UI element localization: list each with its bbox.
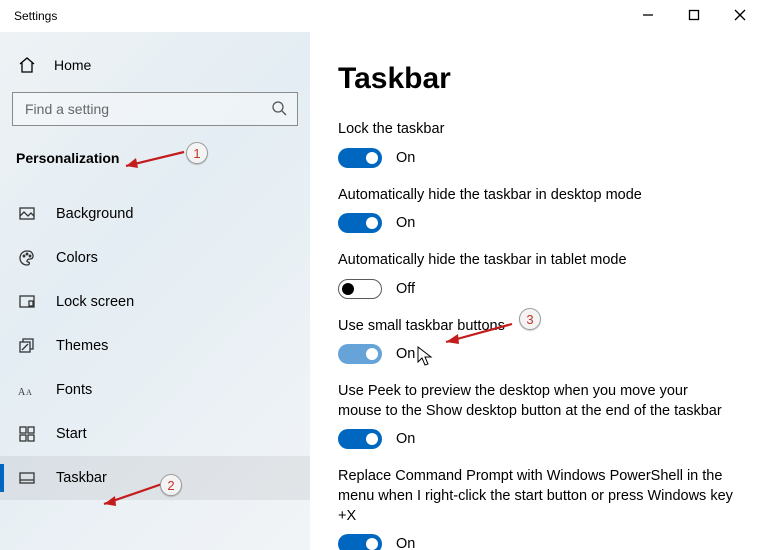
sidebar-item-themes[interactable]: Themes — [0, 324, 310, 368]
setting-caption: Lock the taskbar — [338, 120, 735, 140]
sidebar-item-label: Themes — [56, 338, 108, 354]
toggle-switch[interactable] — [338, 534, 382, 550]
sidebar-item-label: Colors — [56, 250, 98, 266]
toggle-state-label: On — [396, 431, 415, 447]
titlebar: Settings — [0, 0, 763, 32]
colors-icon — [16, 249, 38, 267]
setting-row: Replace Command Prompt with Windows Powe… — [338, 467, 735, 550]
lock-screen-icon — [16, 293, 38, 311]
toggle-switch[interactable] — [338, 279, 382, 299]
sidebar-category: Personalization — [0, 136, 310, 174]
toggle-switch[interactable] — [338, 213, 382, 233]
toggle-switch[interactable] — [338, 429, 382, 449]
window-controls — [625, 0, 763, 30]
window-title: Settings — [0, 9, 57, 23]
setting-caption: Use small taskbar buttons — [338, 317, 735, 337]
sidebar: Home Personalization Background — [0, 32, 310, 550]
setting-row: Automatically hide the taskbar in deskto… — [338, 186, 735, 234]
toggle-row: On — [338, 534, 735, 550]
setting-row: Automatically hide the taskbar in tablet… — [338, 251, 735, 299]
taskbar-icon — [16, 469, 38, 487]
search-field[interactable] — [23, 100, 271, 118]
home-icon — [16, 56, 38, 74]
sidebar-item-label: Start — [56, 426, 87, 442]
background-icon — [16, 205, 38, 223]
page-title: Taskbar — [338, 62, 735, 96]
setting-caption: Replace Command Prompt with Windows Powe… — [338, 467, 735, 526]
toggle-row: On — [338, 148, 735, 168]
sidebar-item-lock-screen[interactable]: Lock screen — [0, 280, 310, 324]
sidebar-item-background[interactable]: Background — [0, 192, 310, 236]
toggle-switch[interactable] — [338, 148, 382, 168]
toggle-state-label: Off — [396, 281, 415, 297]
nav-home-label: Home — [54, 57, 91, 73]
toggle-state-label: On — [396, 346, 415, 362]
toggle-switch[interactable] — [338, 344, 382, 364]
start-icon — [16, 425, 38, 443]
sidebar-item-label: Taskbar — [56, 470, 107, 486]
nav-list: Background Colors Lock screen Themes — [0, 192, 310, 500]
sidebar-item-label: Fonts — [56, 382, 92, 398]
main-content: Taskbar Lock the taskbar On Automatically … — [310, 32, 763, 550]
sidebar-item-label: Lock screen — [56, 294, 134, 310]
sidebar-item-colors[interactable]: Colors — [0, 236, 310, 280]
setting-row: Use small taskbar buttons On — [338, 317, 735, 365]
setting-row: Use Peek to preview the desktop when you… — [338, 382, 735, 449]
setting-caption: Automatically hide the taskbar in deskto… — [338, 186, 735, 206]
maximize-button[interactable] — [671, 0, 717, 30]
toggle-state-label: On — [396, 150, 415, 166]
toggle-row: On — [338, 344, 735, 364]
toggle-row: On — [338, 213, 735, 233]
sidebar-item-label: Background — [56, 206, 133, 222]
nav-home[interactable]: Home — [0, 44, 310, 86]
toggle-row: Off — [338, 279, 735, 299]
setting-caption: Use Peek to preview the desktop when you… — [338, 382, 735, 421]
svg-text:A: A — [26, 388, 32, 397]
minimize-button[interactable] — [625, 0, 671, 30]
themes-icon — [16, 337, 38, 355]
search-icon — [271, 100, 287, 119]
setting-row: Lock the taskbar On — [338, 120, 735, 168]
search-input[interactable] — [12, 92, 298, 126]
toggle-row: On — [338, 429, 735, 449]
sidebar-item-fonts[interactable]: AA Fonts — [0, 368, 310, 412]
sidebar-item-taskbar[interactable]: Taskbar — [0, 456, 310, 500]
svg-text:A: A — [18, 387, 26, 397]
toggle-state-label: On — [396, 215, 415, 231]
close-button[interactable] — [717, 0, 763, 30]
sidebar-item-start[interactable]: Start — [0, 412, 310, 456]
fonts-icon: AA — [16, 383, 38, 397]
toggle-state-label: On — [396, 536, 415, 550]
setting-caption: Automatically hide the taskbar in tablet… — [338, 251, 735, 271]
